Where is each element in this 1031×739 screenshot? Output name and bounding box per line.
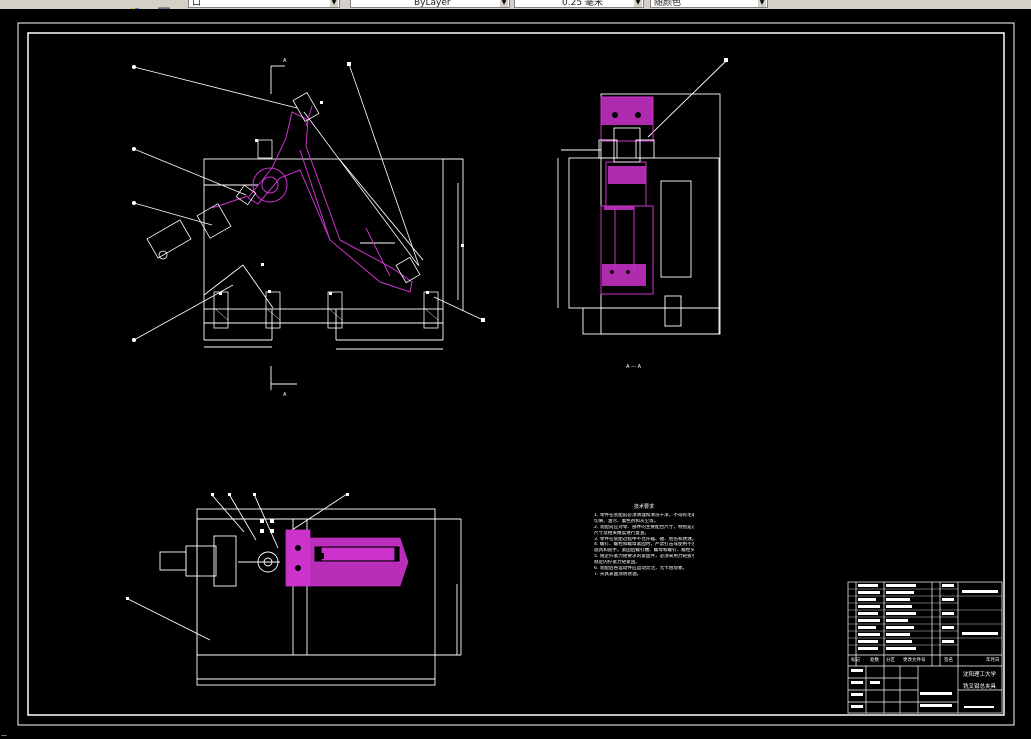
title-block-col-label: 标记 [851,658,860,663]
canvas-corner-mark: — [1,732,7,739]
front-view: A A [132,58,485,398]
plotstyle-dropdown-value: 随颜色 [654,0,682,8]
note-line: 7. 夹具表面涂防锈油。 [594,571,642,577]
title-block-rows [848,588,1002,646]
chevron-down-icon[interactable]: ▼ [758,0,766,7]
lineweight-dropdown[interactable]: 0.25 毫米 ▼ [514,0,644,8]
note-line: 1. 零件在装配前必须清理和清洗干净，不得有毛刺、飞边、氧化皮、锈蚀、 [594,512,694,518]
section-mark-bottom: A [283,392,287,398]
plotstyle-dropdown[interactable]: 随颜色 ▼ [650,0,768,8]
section-view-title: A — A [626,364,642,370]
linetype-dropdown-value: ByLayer [414,0,451,8]
layer-dropdown-value: 口 [192,0,202,8]
title-block-col-label: 年月日 [986,658,1000,663]
section-mark-top: A [283,58,287,64]
title-block-col-label: 签名 [944,658,953,663]
chevron-down-icon[interactable]: ▼ [634,0,642,7]
notes-title: 技术要求 [633,504,654,510]
side-view: A — A [557,58,728,370]
sheet-border-inner [27,32,1005,716]
layer-dropdown[interactable]: 口 ▼ [188,0,340,8]
chevron-down-icon[interactable]: ▼ [500,0,508,7]
drawing-canvas[interactable]: A A A — A — [0,9,1031,739]
layer-state-icon[interactable] [128,0,140,9]
note-line: 2. 装配前应对零、部件的主要配合尺寸，特别是过盈配合 [594,524,694,530]
chevron-down-icon[interactable]: ▼ [330,0,338,7]
linetype-dropdown[interactable]: ByLayer ▼ [350,0,510,8]
lineweight-dropdown-value: 0.25 毫米 [562,0,603,8]
title-block-col-label: 处数 [870,658,879,663]
top-view [126,493,462,686]
title-block-drawing-name: 铣叉钳总夹具 [963,684,997,690]
title-block-school: 沈阳理工大学 [963,672,997,678]
layer-previous-icon[interactable] [158,0,170,9]
cad-drawing: A A A — A [17,22,1015,726]
title-block-col-label: 分区 [886,658,895,663]
title-block-col-label: 更改文件号 [903,658,926,663]
technical-notes: 技术要求 1. 零件在装配前必须清理和清洗干净，不得有毛刺、飞边、氧化皮、锈蚀、… [594,504,694,578]
